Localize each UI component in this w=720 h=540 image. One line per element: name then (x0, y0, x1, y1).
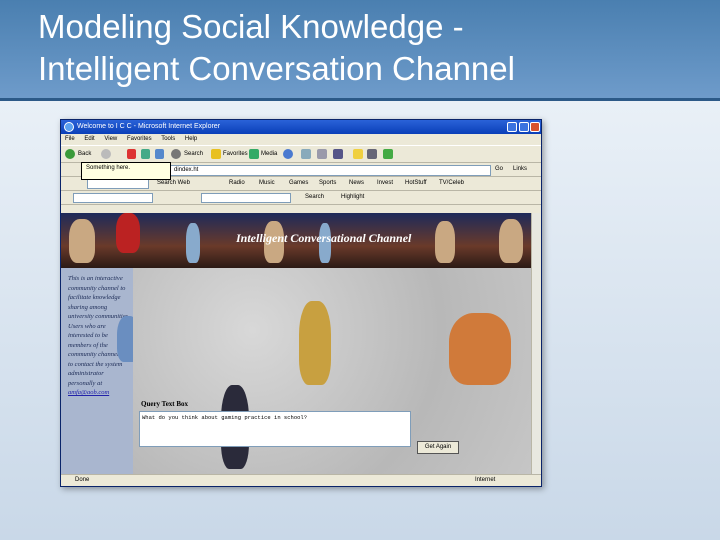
search-toolbar: Search Highlight (61, 191, 541, 205)
stop-icon[interactable] (127, 149, 136, 159)
tower-icon (186, 223, 200, 263)
vertical-scrollbar[interactable] (531, 213, 540, 475)
status-text: Done (75, 477, 90, 483)
page-banner: Intelligent Conversational Channel (61, 213, 531, 268)
search-toolbar-button[interactable]: Search (305, 193, 324, 202)
links-item-sports[interactable]: Sports (319, 179, 336, 188)
query-text-box[interactable]: What do you think about gaming practice … (139, 411, 411, 447)
favorites-button[interactable]: Favorites (223, 149, 248, 159)
links-item-games[interactable]: Games (289, 179, 308, 188)
slide-title-line2: Intelligent Conversation Channel (38, 50, 515, 87)
slide-title-line1: Modeling Social Knowledge - (38, 8, 464, 45)
print-icon[interactable] (317, 149, 327, 159)
media-button[interactable]: Media (261, 149, 277, 159)
links-item-radio[interactable]: Radio (229, 179, 245, 188)
discuss-icon[interactable] (383, 149, 393, 159)
slide-title: Modeling Social Knowledge - Intelligent … (38, 6, 698, 90)
status-bar: Done Internet (61, 474, 541, 486)
get-again-button[interactable]: Get Again (417, 441, 459, 454)
refresh-icon[interactable] (141, 149, 150, 159)
menu-help[interactable]: Help (185, 136, 197, 142)
browser-titlebar[interactable]: Welcome to I C C - Microsoft Internet Ex… (61, 120, 541, 134)
favorites-icon[interactable] (211, 149, 221, 159)
close-icon[interactable] (530, 122, 540, 132)
minimize-icon[interactable] (507, 122, 517, 132)
home-icon[interactable] (155, 149, 164, 159)
window-title: Welcome to I C C - Microsoft Internet Ex… (77, 123, 221, 130)
standard-toolbar: Back Search Favorites Media (61, 145, 541, 163)
tooltip: Something here. (81, 162, 171, 180)
back-button[interactable]: Back (78, 149, 91, 159)
edit-icon[interactable] (333, 149, 343, 159)
page-content: Intelligent Conversational Channel This … (61, 213, 531, 475)
menu-bar: File Edit View Favorites Tools Help (61, 134, 541, 145)
links-item-music[interactable]: Music (259, 179, 275, 188)
links-item-tvceleb[interactable]: TV/Celeb (439, 179, 464, 188)
female-head-avatar[interactable] (449, 313, 511, 385)
internet-zone: Internet (475, 477, 496, 483)
slide-divider (0, 98, 720, 101)
maximize-icon[interactable] (519, 122, 529, 132)
highlight-button[interactable]: Highlight (341, 193, 364, 202)
search-scope-dropdown[interactable] (73, 193, 153, 203)
menu-tools[interactable]: Tools (161, 136, 175, 142)
query-label: Query Text Box (141, 400, 189, 408)
admin-email-link[interactable]: amfa@aob.com (68, 389, 109, 396)
links-item-invest[interactable]: Invest (377, 179, 393, 188)
browser-window: Welcome to I C C - Microsoft Internet Ex… (60, 119, 542, 487)
links-item-news[interactable]: News (349, 179, 364, 188)
menu-view[interactable]: View (104, 136, 117, 142)
avatar-left (69, 219, 95, 263)
banner-title: Intelligent Conversational Channel (236, 231, 412, 245)
folder-icon[interactable] (353, 149, 363, 159)
mail-icon[interactable] (301, 149, 311, 159)
forward-icon[interactable] (101, 149, 111, 159)
history-icon[interactable] (283, 149, 293, 159)
toolbar-dropdown[interactable] (87, 179, 149, 189)
search-icon[interactable] (171, 149, 181, 159)
messenger-icon[interactable] (367, 149, 377, 159)
go-button[interactable]: Go (495, 165, 503, 174)
search-text-input[interactable] (201, 193, 291, 203)
search-button[interactable]: Search (184, 149, 203, 159)
menu-favorites[interactable]: Favorites (127, 136, 152, 142)
avatar-right-2 (499, 219, 523, 263)
links-item-hotstuff[interactable]: HotStuff (405, 179, 427, 188)
media-icon[interactable] (249, 149, 259, 159)
search-web-button[interactable]: Search Web (157, 179, 190, 188)
sidebar: This is an interactive community channel… (61, 268, 139, 475)
avatar-right-1 (435, 221, 455, 263)
links-label[interactable]: Links (513, 165, 527, 174)
santa-icon (116, 213, 140, 253)
menu-file[interactable]: File (65, 136, 75, 142)
female-agent-character[interactable] (299, 301, 331, 385)
ie-logo-icon (64, 122, 74, 132)
address-value: dindex.ht (174, 167, 199, 173)
menu-edit[interactable]: Edit (84, 136, 94, 142)
back-icon[interactable] (65, 149, 75, 159)
